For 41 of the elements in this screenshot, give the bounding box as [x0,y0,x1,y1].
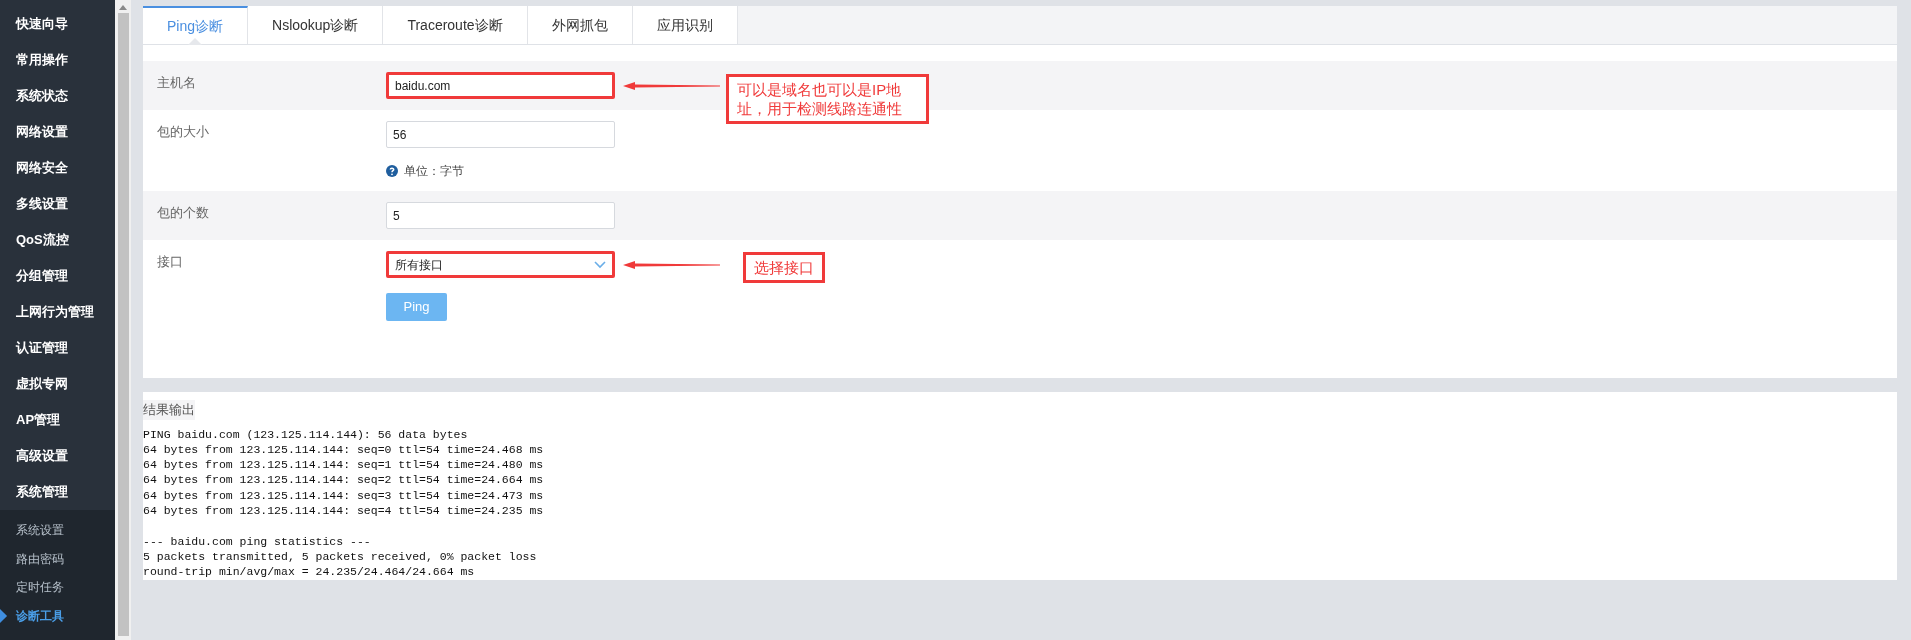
tab[interactable]: Ping诊断 [143,6,249,44]
sidebar-item[interactable]: 常用操作 [0,42,115,78]
sidebar-subitem[interactable]: 定时任务 [0,573,115,602]
sidebar-subitem[interactable]: 系统设置 [0,516,115,545]
sidebar-item[interactable]: 快速向导 [0,6,115,42]
scroll-up-icon[interactable] [118,3,128,11]
unit-hint: 单位：字节 [404,163,464,180]
tab[interactable]: 应用识别 [632,6,738,44]
field-label: 包的大小 [157,123,210,141]
sidebar-item[interactable]: 高级设置 [0,438,115,474]
result-title: 结果输出 [143,400,195,420]
sidebar-item[interactable]: 网络设置 [0,114,115,150]
sidebar-item[interactable]: 上网行为管理 [0,294,115,330]
input-field[interactable]: 56 [386,121,615,148]
sidebar-item[interactable]: QoS流控 [0,222,115,258]
ping-statistics: --- baidu.com ping statistics --- 5 packets transmitted, 5 packets received, 0% packet loss round-trip min/avg/max = 24.235/24.464/24.664 ms [143,533,538,580]
sidebar-item[interactable]: 网络安全 [0,150,115,186]
sidebar-item[interactable]: AP管理 [0,402,115,438]
input-field[interactable]: 5 [386,202,615,229]
input-field[interactable]: baidu.com [386,72,615,99]
scrollbar[interactable] [115,0,131,640]
tab[interactable]: Traceroute诊断 [383,6,528,44]
sidebar-item[interactable]: 系统管理 [0,474,115,510]
field-label: 主机名 [157,74,197,92]
chevron-down-icon [594,260,606,269]
ping-output: PING baidu.com (123.125.114.144): 56 data bytes 64 bytes from 123.125.114.144: seq=0 ttl=54 time=24.468 ms 64 bytes from 123.125.114.144: seq=1 ttl=54 time=24.480 ms 64 bytes from 123.125.114.144: seq=2 ttl=54 time=24.664 ms 64 bytes from 123.125.114.144: seq=3 ttl=54 time=24.473 ms 64 bytes from 123.125.114.144: seq=4 ttl=54 time=24.235 ms [143,426,545,519]
sidebar-item[interactable]: 虚拟专网 [0,366,115,402]
sidebar-item[interactable]: 认证管理 [0,330,115,366]
annotation-callout: 选择接口 [743,251,825,283]
sidebar-item[interactable]: 分组管理 [0,258,115,294]
field-label: 接口 [157,253,184,271]
sidebar-item[interactable]: 系统状态 [0,78,115,114]
sidebar-subitem[interactable]: 路由密码 [0,544,115,574]
tab[interactable]: 外网抓包 [527,6,633,44]
sidebar-item[interactable]: 多线设置 [0,186,115,222]
sidebar-subitem[interactable]: 诊断工具 [0,601,115,631]
help-icon [386,165,398,177]
interface-dropdown[interactable]: 所有接口 [386,251,615,278]
annotation-callout: 可以是域名也可以是IP地址，用于检测线路连通性 [726,73,929,124]
field-label: 包的个数 [157,204,210,222]
tab[interactable]: Nslookup诊断 [248,6,384,44]
